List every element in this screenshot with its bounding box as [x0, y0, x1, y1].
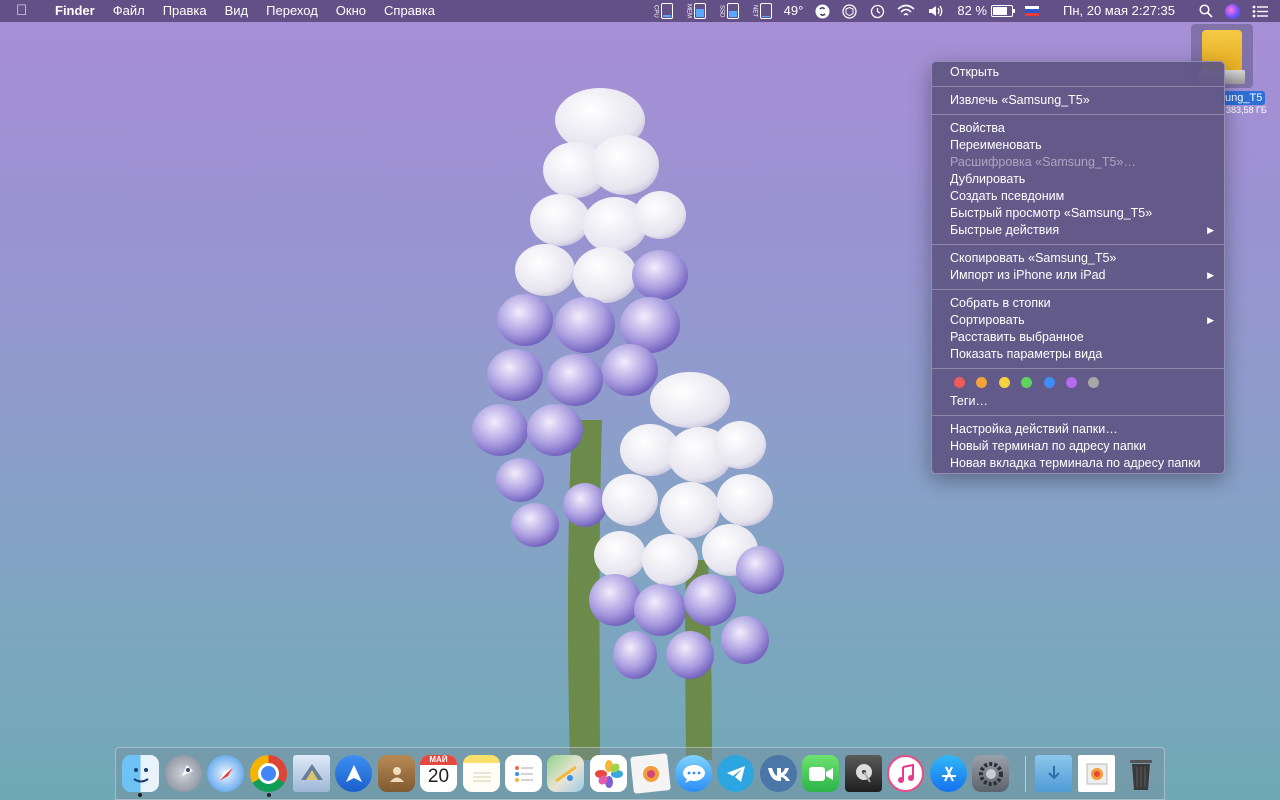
reminders-icon[interactable] [505, 755, 542, 792]
calendar-day-label: 20 [427, 766, 450, 787]
menu-item-open[interactable]: Открыть [932, 64, 1224, 81]
tag-orange-dot[interactable] [976, 376, 988, 388]
menu-separator [932, 244, 1224, 245]
drive-size-label: 383,58 ГБ [1226, 105, 1267, 115]
tag-green-dot[interactable] [1021, 376, 1033, 388]
menu-item-tags[interactable]: Теги… [932, 393, 1224, 410]
safari-icon[interactable] [207, 755, 244, 792]
menu-separator [932, 289, 1224, 290]
menu-item-get-info[interactable]: Свойства [932, 120, 1224, 137]
tag-purple-dot[interactable] [1065, 376, 1077, 388]
disk-utility-icon[interactable] [845, 755, 882, 792]
menu-item-sort-by[interactable]: Сортировать ▶ [932, 312, 1224, 329]
menu-item-quick-look[interactable]: Быстрый просмотр «Samsung_T5» [932, 205, 1224, 222]
mail-icon[interactable] [293, 755, 330, 792]
menu-item-rename[interactable]: Переименовать [932, 137, 1224, 154]
contacts-icon[interactable] [378, 755, 415, 792]
telegram-icon[interactable] [717, 755, 754, 792]
dock-separator [1025, 756, 1026, 792]
menu-item-folder-actions-setup[interactable]: Настройка действий папки… [932, 421, 1224, 438]
launchpad-icon[interactable] [165, 755, 202, 792]
photos-icon[interactable] [590, 755, 627, 792]
chrome-running-indicator [267, 793, 271, 797]
context-menu: Открыть Извлечь «Samsung_T5» Свойства Пе… [931, 61, 1225, 474]
calendar-icon[interactable]: МАЙ 20 [420, 755, 457, 792]
menu-item-make-alias[interactable]: Создать псевдоним [932, 188, 1224, 205]
submenu-arrow-icon: ▶ [1207, 270, 1214, 280]
documents-stack-icon[interactable] [1078, 755, 1115, 792]
downloads-folder-icon[interactable] [1035, 755, 1072, 792]
tag-color-row [932, 374, 1224, 390]
menu-item-use-stacks[interactable]: Собрать в стопки [932, 295, 1224, 312]
tag-gray-dot[interactable] [1088, 376, 1100, 388]
chrome-icon[interactable] [250, 755, 287, 792]
messages-icon[interactable] [675, 755, 712, 792]
finder-running-indicator [138, 793, 142, 797]
system-preferences-icon[interactable] [972, 755, 1009, 792]
trash-icon[interactable] [1122, 755, 1159, 792]
menu-item-new-terminal-tab-at-folder[interactable]: Новая вкладка терминала по адресу папки [932, 455, 1224, 472]
menu-item-eject[interactable]: Извлечь «Samsung_T5» [932, 92, 1224, 109]
itunes-icon[interactable] [887, 755, 924, 792]
tag-blue-dot[interactable] [1043, 376, 1055, 388]
menu-separator [932, 415, 1224, 416]
spark-mail-icon[interactable] [335, 755, 372, 792]
menu-item-clean-up-selection[interactable]: Расставить выбранное [932, 329, 1224, 346]
tag-red-dot[interactable] [954, 376, 965, 388]
photo-editor-icon[interactable] [630, 753, 671, 794]
vk-icon[interactable] [760, 755, 797, 792]
notes-icon[interactable] [463, 755, 500, 792]
menu-item-duplicate[interactable]: Дублировать [932, 171, 1224, 188]
facetime-icon[interactable] [802, 755, 839, 792]
menu-item-new-terminal-at-folder[interactable]: Новый терминал по адресу папки [932, 438, 1224, 455]
maps-icon[interactable] [547, 755, 584, 792]
menu-item-decrypt: Расшифровка «Samsung_T5»… [950, 155, 1136, 169]
submenu-arrow-icon: ▶ [1207, 315, 1214, 325]
menu-separator [932, 86, 1224, 87]
dock: МАЙ 20 [115, 747, 1165, 800]
finder-icon[interactable] [122, 755, 159, 792]
menu-item-copy[interactable]: Скопировать «Samsung_T5» [932, 250, 1224, 267]
drive-name-label[interactable]: ung_T5 [1222, 91, 1266, 105]
submenu-arrow-icon: ▶ [1207, 225, 1214, 235]
menu-item-show-view-options[interactable]: Показать параметры вида [932, 346, 1224, 363]
menu-item-import-from-iphone[interactable]: Импорт из iPhone или iPad ▶ [932, 267, 1224, 284]
menu-separator [932, 114, 1224, 115]
menu-item-quick-actions-label: Быстрые действия [950, 223, 1060, 237]
calendar-month-label: МАЙ [420, 755, 457, 765]
tag-yellow-dot[interactable] [998, 376, 1010, 388]
menu-separator [932, 368, 1224, 369]
menu-item-quick-actions[interactable]: Быстрые действия ▶ [932, 222, 1224, 239]
menu-item-sort-label: Сортировать [950, 313, 1025, 327]
menu-item-import-label: Импорт из iPhone или iPad [950, 268, 1106, 282]
app-store-icon[interactable] [930, 755, 967, 792]
